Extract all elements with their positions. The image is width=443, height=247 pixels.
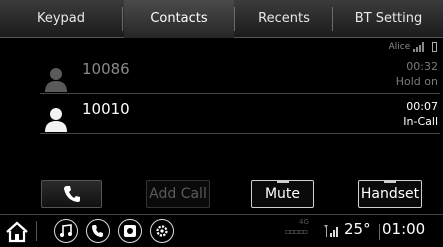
divider (379, 224, 380, 240)
signal-dots: ▫▫▫▫▫ (285, 227, 308, 236)
gear-icon (156, 225, 168, 237)
call-row[interactable]: 10010 00:07 In-Call (40, 98, 440, 134)
call-time: 00:07 (406, 100, 438, 113)
tab-contacts[interactable]: Contacts (124, 0, 234, 38)
signal-strength-icon (324, 225, 338, 237)
phone-icon (92, 225, 103, 237)
indicator-bar (384, 181, 396, 183)
battery-icon (432, 42, 437, 52)
mute-label: Mute (264, 186, 301, 202)
tab-keypad[interactable]: Keypad (0, 0, 122, 38)
call-state: In-Call (403, 115, 438, 128)
tab-bar: Keypad Contacts Recents BT Setting (0, 0, 443, 38)
home-icon[interactable] (5, 221, 29, 243)
end-call-button[interactable] (41, 180, 102, 208)
call-row[interactable]: 10086 00:32 Hold on (40, 58, 440, 94)
call-time: 00:32 (406, 60, 438, 73)
music-icon (60, 224, 72, 237)
tab-divider (122, 7, 123, 31)
media-button[interactable] (118, 219, 142, 243)
bottom-bar (0, 214, 443, 247)
divider (36, 221, 37, 241)
call-number: 10086 (82, 60, 130, 78)
person-icon (45, 68, 67, 92)
phone-button[interactable] (86, 219, 110, 243)
device-name: Alice (388, 42, 411, 52)
tab-divider (332, 7, 333, 31)
call-number: 10010 (82, 100, 130, 118)
bluetooth-status: Alice (389, 42, 437, 56)
network-type: 4G (299, 218, 309, 226)
signal-icon (413, 42, 425, 52)
tab-bt-setting[interactable]: BT Setting (334, 0, 443, 38)
settings-button[interactable] (150, 219, 174, 243)
call-state: Hold on (395, 75, 438, 88)
clock: 01:00 (382, 220, 426, 238)
tab-divider (234, 7, 235, 31)
music-button[interactable] (54, 219, 78, 243)
person-icon (45, 108, 67, 132)
indicator-bar (276, 181, 289, 183)
add-call-button[interactable]: Add Call (146, 180, 210, 208)
phone-handset-icon (63, 186, 80, 202)
temperature: 25° (344, 220, 371, 238)
tab-recents[interactable]: Recents (236, 0, 332, 38)
mute-button[interactable]: Mute (251, 180, 314, 208)
handset-label: Handset (360, 186, 420, 202)
handset-button[interactable]: Handset (358, 180, 422, 208)
media-icon (124, 225, 136, 237)
